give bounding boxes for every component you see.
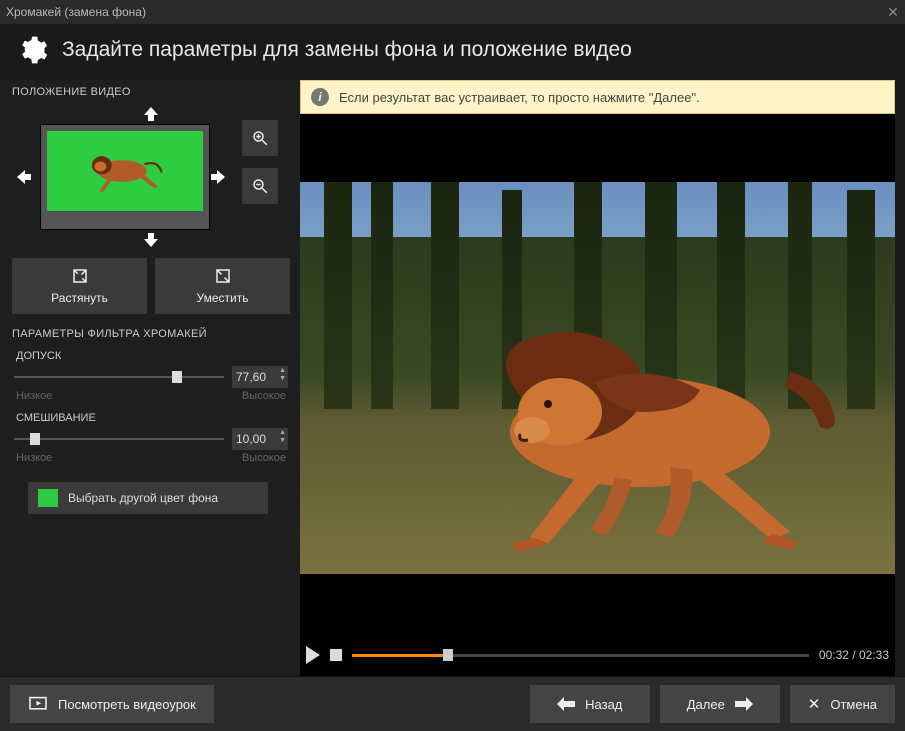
high-label-2: Высокое [242,452,286,464]
stop-button[interactable] [330,649,342,661]
low-label: Низкое [16,390,52,402]
close-icon[interactable]: ✕ [887,4,899,21]
stretch-label: Растянуть [51,291,108,305]
low-label-2: Низкое [16,452,52,464]
tutorial-icon [28,696,48,712]
fit-label: Уместить [197,291,249,305]
seek-slider[interactable] [352,645,809,665]
arrow-left-icon[interactable] [12,165,36,189]
blend-slider[interactable] [14,429,224,449]
playback-bar: 00:32 / 02:33 [300,634,895,676]
stretch-button[interactable]: Растянуть [12,258,147,314]
lion-graphic [440,312,840,552]
zoom-out-icon [251,177,269,195]
cancel-icon: ✕ [808,695,821,713]
hint-text: Если результат вас устраивает, то просто… [339,90,700,105]
title-bar: Хромакей (замена фона) ✕ [0,0,905,24]
pick-color-label: Выбрать другой цвет фона [68,491,218,505]
header: Задайте параметры для замены фона и поло… [0,24,905,80]
footer: Посмотреть видеоурок Назад Далее ✕ Отмен… [0,676,905,731]
zoom-out-button[interactable] [242,168,278,204]
gear-icon [16,34,48,66]
cancel-label: Отмена [830,697,877,712]
tolerance-slider[interactable] [14,367,224,387]
section-filter-label: ПАРАМЕТРЫ ФИЛЬТРА ХРОМАКЕЙ [12,328,290,340]
tutorial-label: Посмотреть видеоурок [58,697,196,712]
section-position-label: ПОЛОЖЕНИЕ ВИДЕО [12,86,290,98]
info-icon: i [311,88,329,106]
arrow-right-icon [735,697,753,711]
stretch-icon [71,267,89,285]
pick-color-button[interactable]: Выбрать другой цвет фона [28,482,268,514]
position-thumbnail[interactable] [40,124,210,230]
page-title: Задайте параметры для замены фона и поло… [62,38,632,62]
position-area [12,102,290,252]
fit-icon [214,267,232,285]
timecode: 00:32 / 02:33 [819,648,889,662]
preview-panel: i Если результат вас устраивает, то прос… [300,80,895,676]
play-button[interactable] [306,646,320,664]
cancel-button[interactable]: ✕ Отмена [790,685,895,723]
color-swatch [38,489,58,507]
blend-label: СМЕШИВАНИЕ [16,412,290,424]
back-label: Назад [585,697,622,712]
blend-input[interactable]: 10,00 ▲▼ [232,428,288,450]
next-button[interactable]: Далее [660,685,780,723]
left-panel: ПОЛОЖЕНИЕ ВИДЕО [0,80,300,676]
lion-mini-graphic [77,146,167,196]
arrow-down-icon[interactable] [139,228,163,252]
hint-bar: i Если результат вас устраивает, то прос… [300,80,895,114]
arrow-up-icon[interactable] [139,102,163,126]
greenscreen-thumb [47,131,203,211]
zoom-in-icon [251,129,269,147]
forest-background [300,182,895,574]
zoom-in-button[interactable] [242,120,278,156]
window-title: Хромакей (замена фона) [6,5,146,19]
tolerance-input[interactable]: 77,60 ▲▼ [232,366,288,388]
arrow-left-icon [557,697,575,711]
high-label: Высокое [242,390,286,402]
next-label: Далее [687,697,725,712]
back-button[interactable]: Назад [530,685,650,723]
video-preview[interactable] [300,114,895,634]
tolerance-label: ДОПУСК [16,350,290,362]
fit-button[interactable]: Уместить [155,258,290,314]
tutorial-button[interactable]: Посмотреть видеоурок [10,685,214,723]
